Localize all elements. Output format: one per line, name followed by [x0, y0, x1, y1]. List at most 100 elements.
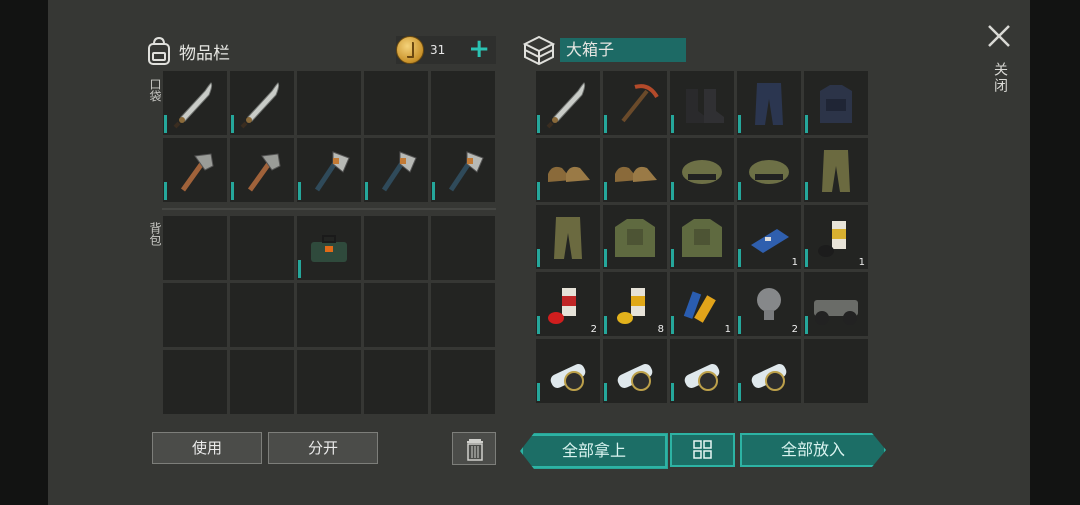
blueprint-roll-icon — [617, 364, 653, 391]
item-quantity: 2 — [791, 324, 798, 335]
pocket-slot[interactable] — [297, 138, 361, 202]
box-slot[interactable] — [737, 138, 801, 202]
durability-bar — [604, 316, 607, 334]
pocket-slot[interactable] — [431, 138, 495, 202]
pocket-slot[interactable] — [431, 71, 495, 135]
durability-bar — [671, 249, 674, 267]
red-spray-can-icon — [548, 288, 576, 324]
box-slot[interactable]: 1 — [670, 272, 734, 336]
box-slot[interactable] — [670, 339, 734, 403]
durability-bar — [432, 182, 435, 200]
durability-bar — [671, 383, 674, 401]
pocket-slot[interactable] — [230, 71, 294, 135]
box-slot[interactable] — [603, 138, 667, 202]
coin-counter: 31 + — [396, 36, 496, 64]
box-header: 大箱子 — [522, 33, 686, 67]
durability-bar — [537, 249, 540, 267]
box-slot[interactable]: 2 — [737, 272, 801, 336]
box-slot[interactable] — [536, 205, 600, 269]
add-coins-button[interactable]: + — [468, 36, 490, 62]
durability-bar — [604, 249, 607, 267]
durability-bar — [537, 383, 540, 401]
box-scroll-area[interactable]: 1 1 2 8 1 2 — [536, 71, 870, 414]
box-slot[interactable] — [603, 205, 667, 269]
batteries-icon — [683, 291, 716, 323]
box-slot[interactable] — [804, 138, 868, 202]
yellow-spray-can-icon — [617, 288, 645, 324]
box-slot[interactable] — [804, 272, 868, 336]
box-slot[interactable] — [670, 71, 734, 135]
backpack-slot[interactable] — [431, 216, 495, 280]
durability-bar — [805, 182, 808, 200]
box-slot[interactable]: 8 — [603, 272, 667, 336]
backpack-slot[interactable] — [163, 216, 227, 280]
box-slot[interactable]: 1 — [804, 205, 868, 269]
camo-pants-icon — [554, 217, 582, 259]
pocket-slot[interactable] — [163, 71, 227, 135]
durability-bar — [805, 316, 808, 334]
box-slot[interactable] — [536, 138, 600, 202]
pocket-slot[interactable] — [297, 71, 361, 135]
machete-icon — [546, 82, 586, 129]
backpack-slot[interactable] — [163, 283, 227, 347]
box-slot[interactable] — [737, 339, 801, 403]
box-slot[interactable]: 1 — [737, 205, 801, 269]
backpack-slot[interactable] — [297, 283, 361, 347]
backpack-slot[interactable] — [431, 283, 495, 347]
box-slot[interactable] — [536, 339, 600, 403]
backpack-slot[interactable] — [230, 216, 294, 280]
backpack-grid — [163, 216, 495, 414]
tactical-pants-icon — [755, 83, 783, 125]
backpack-slot[interactable] — [230, 350, 294, 414]
durability-bar — [164, 182, 167, 200]
box-slot[interactable] — [536, 71, 600, 135]
use-button[interactable]: 使用 — [152, 432, 262, 464]
box-slot[interactable]: 2 — [536, 272, 600, 336]
backpack-slot[interactable] — [364, 283, 428, 347]
sort-grid-button[interactable] — [670, 433, 735, 467]
box-slot[interactable] — [603, 339, 667, 403]
hatchet-icon — [448, 151, 484, 192]
durability-bar — [604, 115, 607, 133]
inventory-title: 物品栏 — [179, 43, 230, 64]
durability-bar — [738, 115, 741, 133]
trash-button[interactable] — [452, 432, 496, 465]
pocket-slot[interactable] — [364, 71, 428, 135]
box-slot[interactable] — [804, 71, 868, 135]
backpack-slot[interactable] — [364, 350, 428, 414]
hatchet-icon — [314, 151, 350, 192]
backpack-slot[interactable] — [297, 216, 361, 280]
camo-cap-icon — [682, 160, 722, 184]
pocket-slot[interactable] — [364, 138, 428, 202]
backpack-slot[interactable] — [163, 350, 227, 414]
backpack-slot[interactable] — [364, 216, 428, 280]
durability-bar — [537, 316, 540, 334]
blueprint-roll-icon — [751, 364, 787, 391]
backpack-slot[interactable] — [297, 350, 361, 414]
toolbox-icon — [311, 235, 347, 262]
split-button[interactable]: 分开 — [268, 432, 378, 464]
box-slot[interactable] — [737, 71, 801, 135]
backpack-slot[interactable] — [230, 283, 294, 347]
close-icon[interactable] — [985, 22, 1013, 50]
backpack-slot[interactable] — [431, 350, 495, 414]
item-quantity: 1 — [791, 257, 798, 268]
durability-bar — [604, 383, 607, 401]
durability-bar — [231, 115, 234, 133]
take-all-button[interactable]: 全部拿上 — [520, 433, 668, 469]
box-slot[interactable] — [804, 339, 868, 403]
pockets-label: 口袋 — [148, 78, 162, 102]
pocket-slot[interactable] — [163, 138, 227, 202]
box-slot[interactable] — [670, 205, 734, 269]
durability-bar — [537, 115, 540, 133]
pocket-slot[interactable] — [230, 138, 294, 202]
close-label[interactable]: 关闭 — [990, 62, 1010, 94]
durability-bar — [604, 182, 607, 200]
right-margin — [1030, 0, 1080, 505]
box-grid: 1 1 2 8 1 2 — [536, 71, 868, 403]
box-slot[interactable] — [670, 138, 734, 202]
machete-icon — [173, 82, 213, 129]
hatchet-icon — [381, 151, 417, 192]
box-slot[interactable] — [603, 71, 667, 135]
put-all-button[interactable]: 全部放入 — [740, 433, 886, 467]
